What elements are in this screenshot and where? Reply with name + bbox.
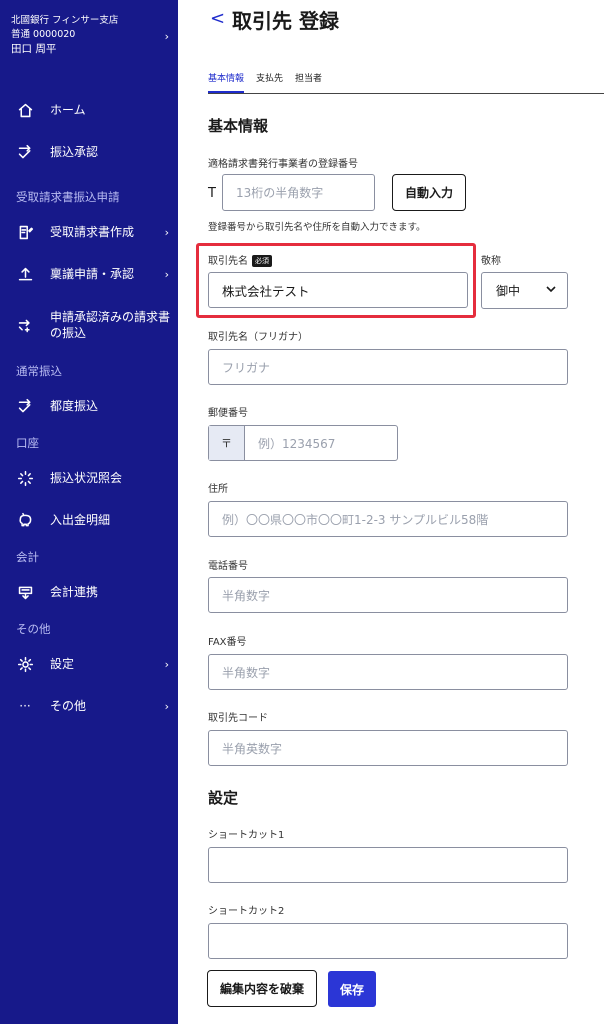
tab-contact[interactable]: 担当者	[295, 73, 322, 93]
account-number: 普通 0000020	[11, 29, 76, 40]
account-switcher[interactable]: 北國銀行 フィンサー支店 普通 0000020 田口 周平 ›	[11, 14, 171, 56]
shortcut1-label: ショートカット1	[208, 830, 285, 841]
client-name-label: 取引先名 必須	[208, 252, 272, 267]
account-branch: 北國銀行 フィンサー支店	[11, 15, 119, 26]
phone-input[interactable]: 半角数字	[208, 577, 568, 613]
honorific-select[interactable]: 御中	[481, 272, 568, 309]
transfer-icon	[0, 144, 50, 161]
page-title: 取引先 登録	[232, 9, 339, 33]
auto-fill-help-text: 登録番号から取引先名や住所を自動入力できます。	[208, 222, 426, 233]
sidebar: 北國銀行 フィンサー支店 普通 0000020 田口 周平 › ホーム 振込承認…	[0, 0, 178, 1024]
calculator-icon	[0, 584, 50, 601]
sidebar-item-label: 稟議申請・承認	[50, 267, 135, 281]
postal-code-placeholder: 例）1234567	[258, 436, 336, 451]
kana-input[interactable]: フリガナ	[208, 349, 568, 385]
edit-document-icon	[0, 224, 50, 241]
main-content: < 取引先 登録 基本情報 支払先 担当者 基本情報 適格請求書発行事業者の登録…	[178, 0, 604, 1024]
sidebar-item-label: 都度振込	[50, 399, 99, 413]
sidebar-item-label: 受取請求書作成	[50, 225, 135, 239]
chevron-right-icon: ›	[164, 699, 169, 713]
client-name-label-text: 取引先名	[208, 256, 248, 267]
client-code-input[interactable]: 半角英数字	[208, 730, 568, 766]
chevron-right-icon: ›	[164, 657, 169, 671]
sidebar-item-invoice-create[interactable]: 受取請求書作成 ›	[0, 215, 178, 249]
back-button[interactable]: <	[210, 8, 225, 29]
sidebar-item-transfer-approval[interactable]: 振込承認	[0, 135, 178, 169]
discard-changes-button[interactable]: 編集内容を破棄	[207, 970, 317, 1007]
section-label: その他	[16, 622, 51, 636]
chevron-right-icon: ›	[164, 30, 169, 43]
address-input[interactable]: 例）〇〇県〇〇市〇〇町1-2-3 サンプルビル58階	[208, 501, 568, 537]
section-heading-settings: 設定	[208, 789, 239, 807]
honorific-value: 御中	[496, 284, 521, 298]
kana-label: 取引先名（フリガナ）	[208, 332, 308, 343]
postal-mark-icon: 〒	[209, 426, 245, 460]
transfer-icon	[0, 398, 50, 415]
sidebar-item-ringi[interactable]: 稟議申請・承認 ›	[0, 257, 178, 291]
sidebar-item-label: ホーム	[50, 103, 86, 117]
address-label: 住所	[208, 484, 228, 495]
fax-label: FAX番号	[208, 637, 247, 648]
sidebar-item-one-time-transfer[interactable]: 都度振込	[0, 389, 178, 423]
sidebar-item-other[interactable]: ··· その他 ›	[0, 689, 178, 723]
client-name-input[interactable]: 株式会社テスト	[208, 272, 468, 308]
section-label: 通常振込	[16, 364, 62, 378]
sidebar-item-label: 申請承認済みの請求書の振込	[50, 310, 171, 340]
registration-number-label: 適格請求書発行事業者の登録番号	[208, 159, 358, 170]
chevron-right-icon: ›	[164, 267, 169, 281]
shortcut2-input[interactable]	[208, 923, 568, 959]
auto-fill-button[interactable]: 自動入力	[392, 174, 466, 211]
sidebar-item-label: 入出金明細	[50, 513, 111, 527]
upload-icon	[0, 266, 50, 283]
tab-payee[interactable]: 支払先	[256, 73, 283, 93]
sidebar-item-approved-invoice-transfer[interactable]: 申請承認済みの請求書の振込	[0, 302, 178, 348]
sidebar-item-label: 振込状況照会	[50, 471, 123, 485]
registration-number-input[interactable]: 13桁の半角数字	[222, 174, 375, 211]
piggy-bank-icon	[0, 512, 50, 529]
sidebar-item-home[interactable]: ホーム	[0, 93, 178, 127]
sidebar-item-transfer-status[interactable]: 振込状況照会	[0, 461, 178, 495]
loading-icon	[0, 470, 50, 487]
sidebar-item-accounting[interactable]: 会計連携	[0, 575, 178, 609]
shortcut2-label: ショートカット2	[208, 906, 285, 917]
sidebar-item-label: その他	[50, 699, 87, 713]
honorific-label: 敬称	[481, 256, 501, 267]
save-button[interactable]: 保存	[328, 971, 376, 1007]
sidebar-item-settings[interactable]: 設定 ›	[0, 647, 178, 681]
sidebar-item-label: 振込承認	[50, 145, 99, 159]
section-label: 会計	[16, 550, 39, 564]
chevron-down-icon	[545, 283, 557, 298]
chevron-right-icon: ›	[164, 225, 169, 239]
sidebar-item-label: 設定	[50, 657, 75, 671]
registration-prefix: T	[208, 186, 216, 201]
section-label: 受取請求書振込申請	[16, 190, 120, 204]
postal-code-input[interactable]: 〒 例）1234567	[208, 425, 398, 461]
required-badge: 必須	[252, 255, 272, 267]
shortcut1-input[interactable]	[208, 847, 568, 883]
more-icon: ···	[19, 699, 31, 713]
section-label: 口座	[16, 436, 39, 450]
sidebar-item-statement[interactable]: 入出金明細	[0, 503, 178, 537]
account-user: 田口 周平	[11, 43, 57, 55]
section-heading-basic: 基本情報	[208, 117, 269, 135]
tab-basic-info[interactable]: 基本情報	[208, 73, 245, 93]
sidebar-item-label: 会計連携	[50, 585, 99, 599]
home-icon	[0, 102, 50, 119]
phone-label: 電話番号	[208, 561, 248, 572]
client-code-label: 取引先コード	[208, 713, 268, 724]
gear-icon	[0, 656, 50, 673]
fax-input[interactable]: 半角数字	[208, 654, 568, 690]
transfer-icon	[0, 317, 50, 334]
tab-bar: 基本情報 支払先 担当者	[208, 73, 604, 94]
postal-code-label: 郵便番号	[208, 408, 248, 419]
